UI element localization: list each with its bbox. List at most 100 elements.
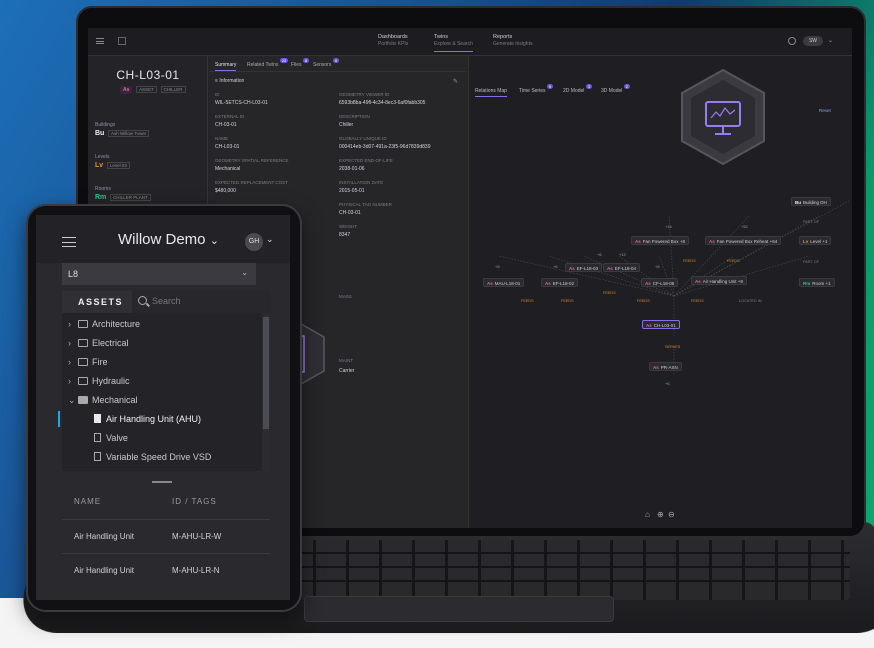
graph-node-air-handling-unit[interactable]: As Air Handling Unit +9 xyxy=(691,276,747,285)
node-count: +64 xyxy=(769,239,778,244)
field-label: WEIGHT xyxy=(339,224,357,229)
tab-files[interactable]: Files 6 xyxy=(291,58,310,68)
user-menu-chevron-icon[interactable]: ⌄ xyxy=(828,37,833,44)
tree-item-air-handling-unit[interactable]: Air Handling Unit (AHU) xyxy=(58,410,270,428)
graph-node-fan-box[interactable]: As Fan Powered Box +8 xyxy=(631,236,689,245)
nav-reports[interactable]: Reports Generate Insights xyxy=(493,34,532,48)
node-label: PR-ASN xyxy=(660,365,678,370)
2d-model-tab-label: 2D Model xyxy=(563,88,585,94)
node-count: +6 xyxy=(665,381,670,386)
tree-item-vsd[interactable]: Variable Speed Drive VSD xyxy=(62,448,270,466)
graph-node-asset[interactable]: As MAU-L18-01 xyxy=(483,278,525,287)
graph-node-asset[interactable]: As EF-L18-02 xyxy=(541,278,579,287)
nav-twins-title: Twins xyxy=(434,34,449,40)
graph-node-asset[interactable]: As EF-L18-04 xyxy=(603,263,641,272)
graph-node-current-twin[interactable]: As CH-L03-01 xyxy=(642,320,680,329)
laptop-trackpad[interactable] xyxy=(304,596,614,622)
nav-dashboards[interactable]: Dashboards Portfolio KPIs xyxy=(378,34,408,48)
field-value: $480,000 xyxy=(215,188,236,194)
chevron-right-icon[interactable]: › xyxy=(68,334,71,352)
edit-icon[interactable]: ✎ xyxy=(453,78,458,85)
node-badge: Rm xyxy=(803,281,811,286)
graph-node-fan-box-reheat[interactable]: As Fan Powered Box Reheat +64 xyxy=(705,236,782,245)
chevron-down-icon[interactable]: ⌄ xyxy=(68,391,76,409)
tree-item-electrical[interactable]: › Electrical xyxy=(62,334,270,352)
chevron-down-icon[interactable]: ⌄ xyxy=(266,234,274,245)
field-value: WIL-5ETCS-CH-L03-01 xyxy=(215,100,268,106)
graph-node-room[interactable]: Rm Room +1 xyxy=(799,278,835,287)
building-chip[interactable]: Bu Ash Willow Tower xyxy=(95,130,150,137)
graph-node-asset[interactable]: As PR-ASN xyxy=(649,362,682,371)
edge-label: PART OF xyxy=(803,220,820,224)
zoom-in-icon[interactable]: ⊕ xyxy=(657,510,664,519)
node-badge: As xyxy=(545,281,551,286)
node-count: +8 xyxy=(495,264,500,269)
tree-item-mechanical[interactable]: ⌄ Mechanical xyxy=(62,391,270,409)
field-value: 2038-01-06 xyxy=(339,166,365,172)
hamburger-menu-icon[interactable] xyxy=(96,38,104,44)
tree-item-hydraulic[interactable]: › Hydraulic xyxy=(62,372,270,390)
site-selector[interactable]: Willow Demo ⌄ xyxy=(118,231,219,248)
twin-badges: As ASSET CHILLER xyxy=(120,86,186,94)
tab-relations-map[interactable]: Relations Map xyxy=(475,88,507,97)
level-select[interactable]: L8 ⌄ xyxy=(62,263,256,285)
chevron-right-icon[interactable]: › xyxy=(68,353,71,371)
tab-related-count: 23 xyxy=(279,58,289,63)
building-badge: Bu xyxy=(95,130,105,137)
tree-item-architecture[interactable]: › Architecture xyxy=(62,315,270,333)
reset-link[interactable]: Reset xyxy=(819,108,831,113)
panel-resize-handle[interactable] xyxy=(152,481,172,483)
node-count: +6 xyxy=(597,252,602,257)
tab-sensors[interactable]: Sensors 9 xyxy=(313,58,339,68)
table-row[interactable]: Air Handling Unit M-AHU-LR-W xyxy=(62,519,270,553)
edge-label: FEEDS xyxy=(691,299,704,303)
node-count: +6 xyxy=(553,264,558,269)
graph-node-building[interactable]: Bu Building DH xyxy=(791,197,831,206)
selection-indicator xyxy=(58,411,60,427)
node-badge: As xyxy=(645,281,651,286)
tab-3d-model[interactable]: 3D Model 2 xyxy=(601,84,631,94)
app-grid-icon[interactable] xyxy=(118,37,126,45)
2d-model-count: 3 xyxy=(585,84,593,89)
model-badge: As xyxy=(120,86,133,94)
tablet-header: Willow Demo ⌄ GH ⌄ xyxy=(36,215,290,263)
tree-item-fire[interactable]: › Fire xyxy=(62,353,270,371)
tab-summary[interactable]: Summary xyxy=(215,62,237,71)
level-chip[interactable]: Lv Level 03 xyxy=(95,162,130,169)
search-input[interactable]: Search xyxy=(132,291,270,313)
graph-node-level[interactable]: Lv Level +1 xyxy=(799,236,832,245)
user-avatar[interactable]: GH xyxy=(245,233,263,251)
relations-tab-label: Relations Map xyxy=(475,88,507,94)
zoom-out-icon[interactable]: ⊖ xyxy=(668,510,675,519)
tree-item-label: Mechanical xyxy=(92,395,138,405)
field-label: EXPECTED END-OF-LIFE xyxy=(339,158,393,163)
twin-title: CH-L03-01 xyxy=(116,68,180,82)
tab-related-twins[interactable]: Related Twins 23 xyxy=(247,58,289,68)
user-avatar[interactable]: SW xyxy=(803,36,823,46)
home-icon[interactable]: ⌂ xyxy=(645,510,650,519)
tree-scrollbar[interactable] xyxy=(262,313,270,471)
rooms-label: Rooms xyxy=(95,186,111,192)
nav-twins[interactable]: Twins Explore & Search xyxy=(434,34,473,52)
tab-2d-model[interactable]: 2D Model 3 xyxy=(563,84,593,94)
help-icon[interactable] xyxy=(788,37,796,45)
3d-model-tab-label: 3D Model xyxy=(601,88,623,94)
information-section-header[interactable]: ≡ Information xyxy=(215,78,244,84)
room-chip[interactable]: Rm CHILLER PLANT xyxy=(95,194,151,201)
nav-dashboards-title: Dashboards xyxy=(378,34,408,40)
table-row[interactable]: Air Handling Unit M-AHU-LR-N xyxy=(62,553,270,587)
graph-node-asset[interactable]: As CF-L18-05 xyxy=(641,278,679,287)
column-header-name[interactable]: NAME xyxy=(74,497,101,506)
column-header-id[interactable]: ID / TAGS xyxy=(172,497,217,506)
tablet-screen: Willow Demo ⌄ GH ⌄ L8 ⌄ ASSETS Search › … xyxy=(36,215,290,600)
level-select-value: L8 xyxy=(68,269,79,279)
chevron-right-icon[interactable]: › xyxy=(68,372,71,390)
chevron-right-icon[interactable]: › xyxy=(68,315,71,333)
graph-node-asset[interactable]: As EF-L18-03 xyxy=(565,263,603,272)
folder-icon xyxy=(78,358,88,366)
scrollbar-thumb[interactable] xyxy=(263,317,269,429)
document-icon xyxy=(94,452,101,461)
tree-item-valve[interactable]: Valve xyxy=(62,429,270,447)
tab-time-series[interactable]: Time Series 9 xyxy=(519,84,554,94)
hamburger-menu-icon[interactable] xyxy=(62,237,76,247)
